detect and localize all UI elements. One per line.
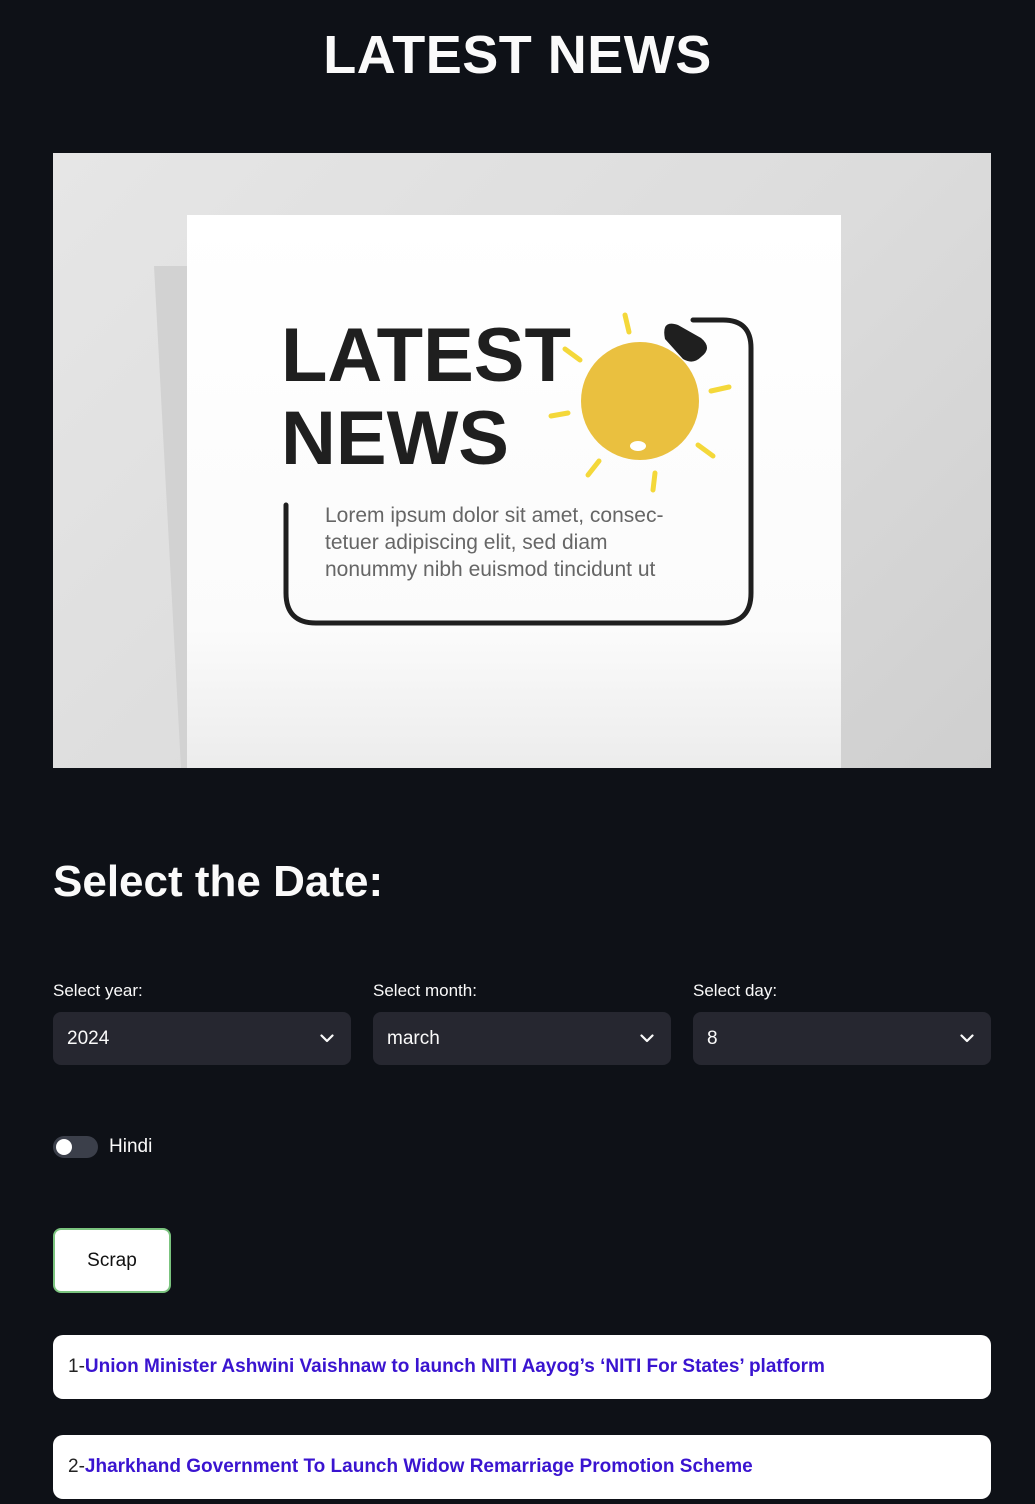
day-select-group: Select day: 8	[693, 978, 991, 1065]
banner-headline-line1: LATEST	[281, 313, 571, 398]
latest-news-banner-image: LATEST NEWS Lorem ipsum dolor sit amet, …	[53, 153, 991, 768]
page-title: LATEST NEWS	[323, 25, 712, 85]
banner-body-line2: tetuer adipiscing elit, sed diam	[325, 531, 608, 554]
hindi-toggle-row: Hindi	[53, 1132, 152, 1162]
hindi-toggle-label: Hindi	[109, 1136, 153, 1157]
month-select-value: march	[387, 1027, 440, 1049]
day-select-value: 8	[707, 1027, 718, 1049]
date-section-heading: Select the Date:	[53, 857, 384, 906]
news-item: 1- Union Minister Ashwini Vaishnaw to la…	[53, 1335, 991, 1399]
chevron-down-icon	[959, 1031, 975, 1047]
scrap-button[interactable]: Scrap	[53, 1228, 171, 1293]
toggle-knob	[56, 1139, 72, 1155]
news-item-link[interactable]: Jharkhand Government To Launch Widow Rem…	[85, 1456, 753, 1478]
year-select-label: Select year:	[53, 981, 143, 1000]
month-select-label: Select month:	[373, 981, 477, 1000]
day-select[interactable]: 8	[693, 1012, 991, 1065]
news-item-index: 1-	[68, 1356, 85, 1377]
banner-body-line1: Lorem ipsum dolor sit amet, consec-	[325, 504, 663, 527]
banner-headline-line2: NEWS	[281, 396, 509, 481]
year-select-value: 2024	[67, 1027, 110, 1049]
year-select-group: Select year: 2024	[53, 978, 351, 1065]
day-select-label: Select day:	[693, 981, 778, 1000]
month-select-group: Select month: march	[373, 978, 671, 1065]
news-item-link[interactable]: Union Minister Ashwini Vaishnaw to launc…	[85, 1356, 825, 1378]
chevron-down-icon	[319, 1031, 335, 1047]
banner-body-line3: nonummy nibh euismod tincidunt ut	[325, 558, 656, 581]
month-select[interactable]: march	[373, 1012, 671, 1065]
chevron-down-icon	[639, 1031, 655, 1047]
hindi-toggle[interactable]	[53, 1136, 98, 1158]
year-select[interactable]: 2024	[53, 1012, 351, 1065]
news-item: 2- Jharkhand Government To Launch Widow …	[53, 1435, 991, 1499]
news-item-index: 2-	[68, 1456, 85, 1477]
